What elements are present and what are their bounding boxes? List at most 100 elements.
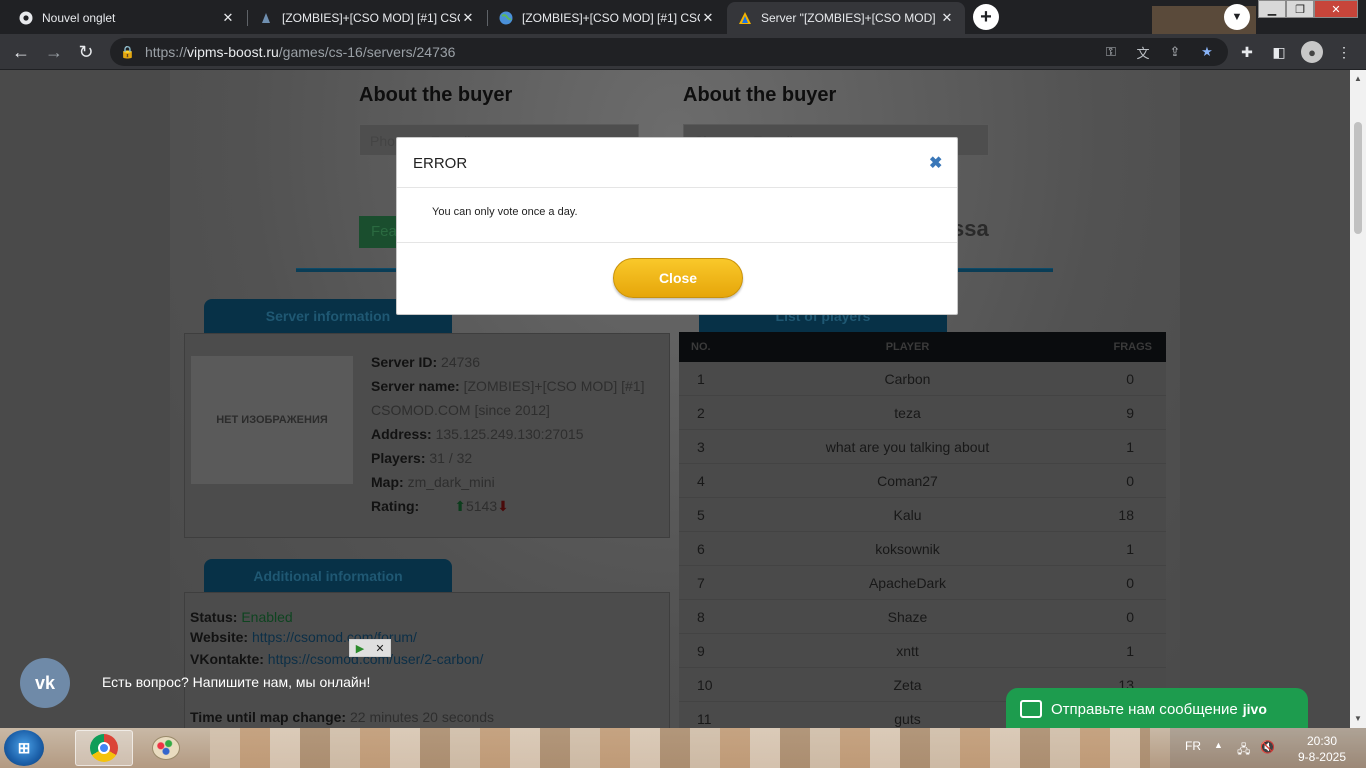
translate-icon[interactable]: 文 <box>1134 44 1152 61</box>
table-row: 9 xntt 1 <box>679 634 1166 668</box>
server-map-label: Map: <box>371 474 404 490</box>
vk-chat-prompt[interactable]: Есть вопрос? Напишите нам, мы онлайн! <box>102 674 370 690</box>
page-scrollbar[interactable]: ▲ ▼ <box>1350 70 1366 728</box>
chat-bubble-icon <box>1020 700 1042 718</box>
restore-button[interactable]: ❐ <box>1286 0 1314 18</box>
player-name: ApacheDark <box>868 574 947 591</box>
chrome-icon <box>18 10 34 26</box>
website-link[interactable]: https://csomod.com/forum/ <box>252 629 417 645</box>
player-name: Shaze <box>887 608 928 625</box>
tab-additional-information[interactable]: Additional information <box>204 559 452 593</box>
scroll-up-arrow-icon[interactable]: ▲ <box>1354 74 1362 83</box>
table-row: 1 Carbon 0 <box>679 362 1166 396</box>
server-map-image: НЕТ ИЗОБРАЖЕНИЯ <box>191 356 353 484</box>
close-window-button[interactable]: ✕ <box>1314 0 1358 18</box>
server-map-value: zm_dark_mini <box>407 474 495 490</box>
bookmark-star-icon[interactable]: ★ <box>1198 44 1216 60</box>
key-icon[interactable]: ⚿ <box>1102 44 1120 60</box>
map-change-value: 22 minutes 20 seconds <box>350 709 494 725</box>
scrollbar-thumb[interactable] <box>1354 122 1362 234</box>
player-number: 9 <box>697 642 705 659</box>
tab-search-chevron-icon[interactable]: ▼ <box>1224 4 1250 30</box>
jivo-chat-label: Отправьте нам сообщение <box>1051 700 1238 718</box>
window-controls: ▁ ❐ ✕ <box>1258 0 1358 18</box>
jivo-chat-widget[interactable]: Отправьте нам сообщение jivo <box>1006 688 1308 730</box>
vote-down-arrow-icon[interactable]: ⬇ <box>497 498 509 514</box>
start-button-windows-logo-icon[interactable]: ⊞ <box>4 730 44 766</box>
taskbar-wallpaper <box>210 728 1150 768</box>
close-tab-icon[interactable]: ✕ <box>939 10 955 26</box>
taskbar-paint[interactable] <box>137 730 195 766</box>
taskbar-clock[interactable]: 20:30 9-8-2025 <box>1290 733 1354 765</box>
show-hidden-icons-arrow-icon[interactable]: ▲ <box>1214 740 1223 750</box>
vote-up-arrow-icon[interactable]: ⬆ <box>454 498 466 514</box>
profile-avatar[interactable]: ● <box>1301 41 1323 63</box>
jivo-brand: jivo <box>1242 701 1267 717</box>
extensions-puzzle-icon[interactable]: ✚ <box>1237 42 1257 62</box>
server-address-value: 135.125.249.130:27015 <box>435 426 584 442</box>
language-indicator[interactable]: FR <box>1185 739 1201 753</box>
server-id-row: Server ID: 24736 <box>371 350 661 374</box>
lock-icon[interactable]: 🔒 <box>120 45 135 59</box>
globe-icon <box>498 10 514 26</box>
url-scheme: https:// <box>144 44 187 60</box>
new-tab-button[interactable]: + <box>973 4 999 30</box>
header-no: NO. <box>691 341 711 353</box>
modal-close-icon[interactable]: ✖ <box>929 153 942 173</box>
close-tab-icon[interactable]: ✕ <box>700 10 716 26</box>
header-frags: FRAGS <box>1113 341 1153 353</box>
server-name-row: Server name: [ZOMBIES]+[CSO MOD] [#1] <box>371 374 661 398</box>
close-tab-icon[interactable]: ✕ <box>460 10 476 26</box>
player-frags: 1 <box>1126 540 1134 557</box>
minimize-button[interactable]: ▁ <box>1258 0 1286 18</box>
play-icon[interactable]: ▶ <box>350 640 370 656</box>
share-icon[interactable]: ⇪ <box>1166 44 1184 60</box>
server-rating-label: Rating: <box>371 498 420 514</box>
player-frags: 0 <box>1126 370 1134 387</box>
player-number: 8 <box>697 608 705 625</box>
players-table-body: 1 Carbon 0 2 teza 9 3 what are you talking abou… <box>679 362 1166 728</box>
server-info-panel: НЕТ ИЗОБРАЖЕНИЯ Server ID: 24736 Server … <box>184 333 670 538</box>
server-name-value: [ZOMBIES]+[CSO MOD] [#1] <box>463 378 645 394</box>
tab-zombies-1[interactable]: [ZOMBIES]+[CSO MOD] [#1] CSO ✕ <box>248 2 486 34</box>
tab-server-active[interactable]: Server "[ZOMBIES]+[CSO MOD] [ ✕ <box>727 2 965 34</box>
volume-muted-icon[interactable]: 🔇 <box>1260 740 1275 754</box>
modal-close-button[interactable]: Close <box>613 258 743 298</box>
table-row: 5 Kalu 18 <box>679 498 1166 532</box>
vk-chat-button[interactable]: vk <box>20 658 70 708</box>
error-modal: ERROR ✖ You can only vote once a day. Cl… <box>396 137 958 315</box>
back-arrow-icon[interactable]: ← <box>9 40 33 64</box>
buyer-heading-right: About the buyer <box>683 84 837 106</box>
player-frags: 0 <box>1126 472 1134 489</box>
windows-taskbar: ⊞ FR ▲ 🖧 🔇 20:30 9-8-2025 <box>0 728 1366 768</box>
taskbar-chrome[interactable] <box>75 730 133 766</box>
close-tab-icon[interactable]: ✕ <box>220 10 236 26</box>
scroll-down-arrow-icon[interactable]: ▼ <box>1354 714 1362 723</box>
table-row: 6 koksownik 1 <box>679 532 1166 566</box>
forward-arrow-icon[interactable]: → <box>42 40 66 64</box>
modal-title: ERROR <box>413 155 468 172</box>
server-address-row: Address: 135.125.249.130:27015 <box>371 422 661 446</box>
player-number: 7 <box>697 574 705 591</box>
player-number: 11 <box>697 710 712 727</box>
player-number: 1 <box>697 370 705 387</box>
network-icon[interactable]: 🖧 <box>1237 740 1250 761</box>
more-menu-icon[interactable]: ⋮ <box>1334 42 1354 62</box>
chrome-icon <box>90 734 118 762</box>
player-frags: 9 <box>1126 404 1134 421</box>
player-frags: 0 <box>1126 574 1134 591</box>
warning-triangle-icon <box>737 10 753 26</box>
reload-icon[interactable]: ↻ <box>74 40 98 64</box>
tab-new-tab[interactable]: Nouvel onglet ✕ <box>8 2 246 34</box>
tab-zombies-2[interactable]: [ZOMBIES]+[CSO MOD] [#1] CSO ✕ <box>488 2 726 34</box>
address-bar[interactable]: 🔒 https://vipms-boost.ru/games/cs-16/ser… <box>110 38 1228 66</box>
close-icon[interactable]: ✕ <box>370 640 390 656</box>
server-rating-value: 5143 <box>465 498 498 514</box>
side-panel-icon[interactable]: ◧ <box>1269 42 1289 62</box>
server-id-value: 24736 <box>441 354 480 370</box>
server-id-label: Server ID: <box>371 354 438 370</box>
table-row: 4 Coman27 0 <box>679 464 1166 498</box>
server-address-label: Address: <box>371 426 432 442</box>
vkontakte-label: VKontakte: <box>190 651 264 667</box>
status-row: Status: Enabled <box>190 607 293 627</box>
